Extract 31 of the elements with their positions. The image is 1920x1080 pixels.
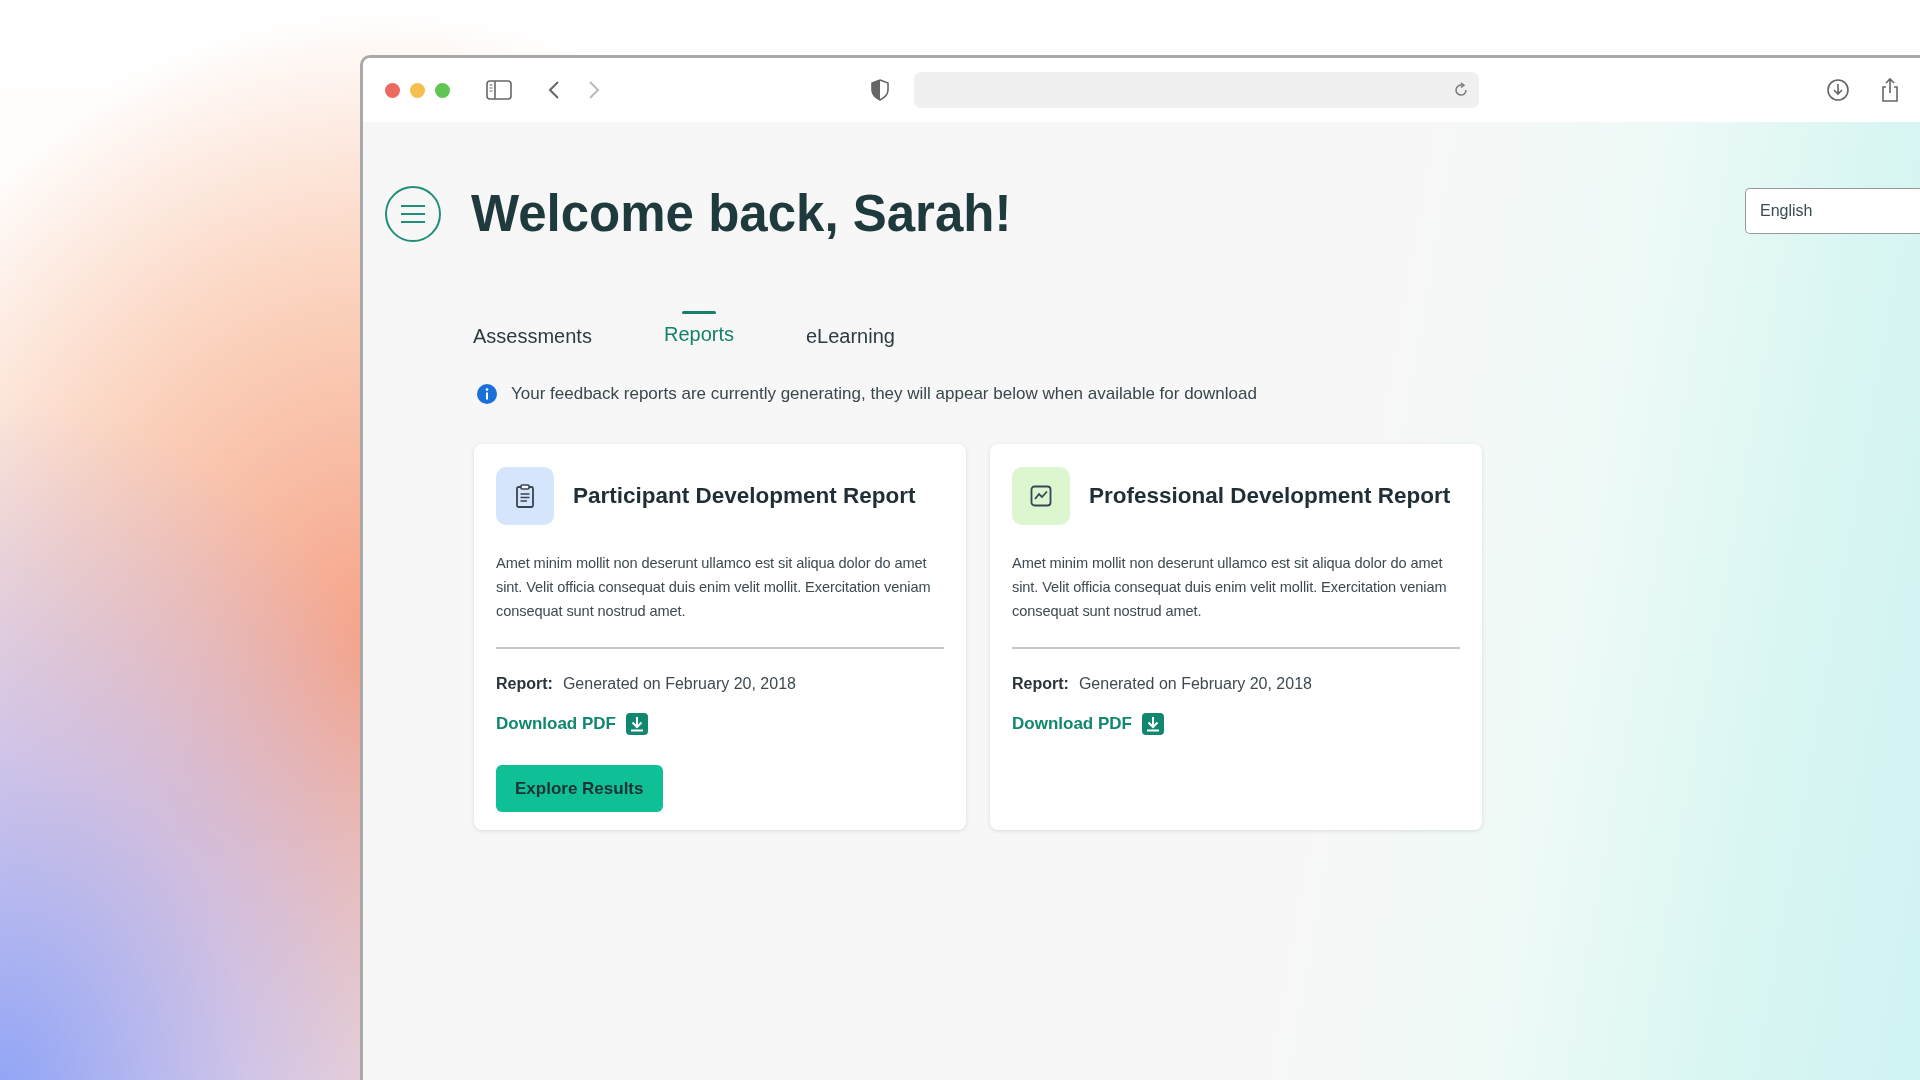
page-title: Welcome back, Sarah! [471,184,1012,243]
explore-results-button[interactable]: Explore Results [496,765,663,812]
share-icon[interactable] [1880,77,1900,103]
card-title: Participant Development Report [573,483,916,509]
maximize-window-button[interactable] [435,82,450,98]
download-icon [625,713,648,735]
reload-icon[interactable] [1453,82,1469,98]
download-icon[interactable] [1826,78,1850,102]
card-title: Professional Development Report [1089,483,1451,509]
tab[interactable]: Assessments [473,315,592,348]
report-label: Report: [496,675,553,693]
download-icon [1141,713,1164,735]
info-icon [477,384,497,404]
menu-icon [400,203,426,224]
report-label: Report: [1012,675,1069,693]
report-date: Generated on February 20, 2018 [1078,675,1312,693]
download-pdf-link[interactable]: Download PDF [1012,713,1164,735]
card-description: Amet minim mollit non deserunt ullamco est sit aliqua dolor do amet sint. Velit officia consequat duis enim velit mollit. Exercitation veniam consequat sunt nostrud amet. [1012,554,1448,621]
menu-button[interactable] [385,185,441,242]
clipboard-icon [496,467,554,525]
back-icon[interactable] [548,80,560,100]
shield-icon[interactable] [870,79,890,101]
info-message: Your feedback reports are currently generating, they will appear below when available for download [511,384,1257,404]
download-pdf-link[interactable]: Download PDF [496,713,648,735]
tab[interactable]: eLearning [805,315,895,348]
line-chart-icon [1012,467,1070,525]
sidebar-icon[interactable] [486,80,512,100]
close-window-button[interactable] [385,82,400,98]
card-description: Amet minim mollit non deserunt ullamco est sit aliqua dolor do amet sint. Velit officia consequat duis enim velit mollit. Exercitation veniam consequat sunt nostrud amet. [496,554,932,621]
report-date: Generated on February 20, 2018 [562,675,796,693]
language-select[interactable]: English [1745,188,1920,234]
